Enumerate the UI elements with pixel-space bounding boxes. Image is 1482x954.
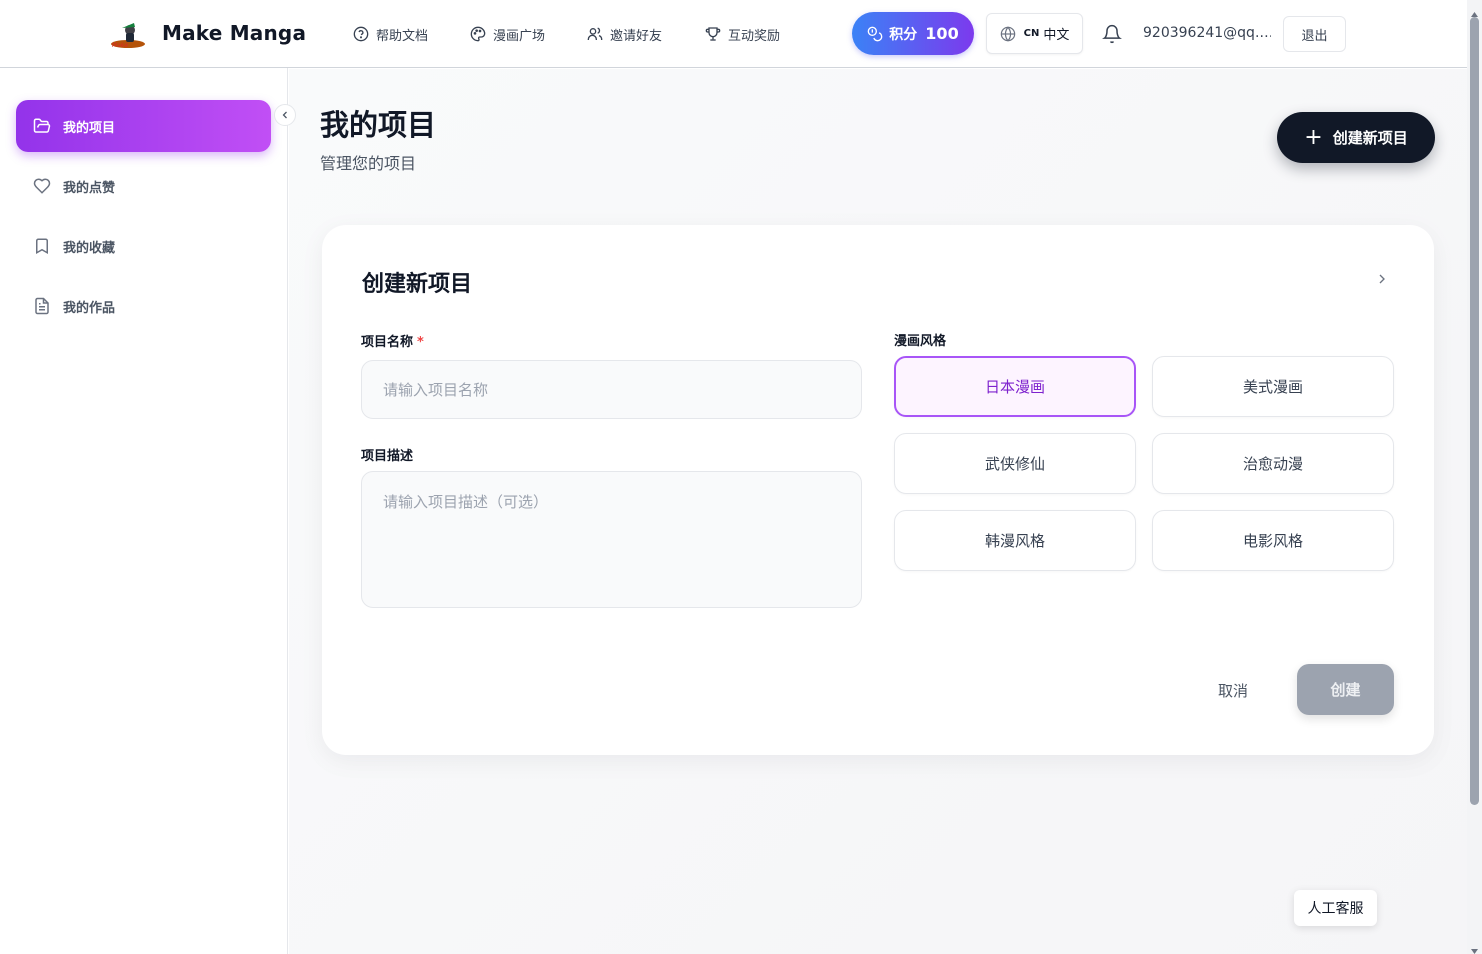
cancel-button[interactable]: 取消 [1203,676,1263,704]
sidebar-item-label: 我的收藏 [63,240,116,256]
nav-invite-friends[interactable]: 邀请好友 [587,24,662,44]
nav-label: 帮助文档 [376,28,429,44]
scroll-up-arrow-icon[interactable] [1470,4,1479,17]
scrollbar-thumb[interactable] [1470,17,1479,805]
points-label: 积分 [889,26,918,43]
style-option-healing[interactable]: 治愈动漫 [1152,433,1394,494]
style-option-korean[interactable]: 韩漫风格 [894,510,1136,571]
language-label: 中文 [1043,28,1070,43]
project-description-label: 项目描述 [361,449,414,464]
nav-rewards[interactable]: 互动奖励 [705,24,780,44]
points-button[interactable]: 积分 100 [852,12,974,55]
sidebar-collapse-button[interactable] [274,104,296,126]
language-code: CN [1023,28,1040,39]
user-email[interactable]: 920396241@qq.… [1143,25,1271,41]
users-icon [587,27,603,40]
nav-label: 互动奖励 [728,28,781,44]
project-description-input[interactable]: 请输入项目描述（可选） [361,471,862,608]
create-project-button[interactable]: + 创建新项目 [1277,112,1435,163]
create-project-label: 创建新项目 [1332,129,1408,147]
help-circle-icon [353,26,369,42]
trophy-icon [705,27,721,41]
bookmark-icon [36,238,48,255]
style-option-cinematic[interactable]: 电影风格 [1152,510,1394,571]
nav-label: 漫画广场 [493,28,546,44]
page-title: 我的项目 [320,108,437,142]
app-logo-text[interactable]: Make Manga [162,21,306,45]
submit-create-button[interactable]: 创建 [1297,664,1394,715]
customer-support-button[interactable]: 人工客服 [1294,890,1377,926]
globe-icon [1000,25,1015,42]
required-mark: * [417,335,424,350]
style-option-american[interactable]: 美式漫画 [1152,356,1394,417]
page-subtitle: 管理您的项目 [320,154,417,173]
manga-style-label: 漫画风格 [894,334,947,349]
logout-button[interactable]: 退出 [1283,16,1346,52]
palette-icon [470,26,486,42]
scroll-down-arrow-icon[interactable] [1470,940,1479,954]
file-text-icon [35,297,49,315]
nav-help-docs[interactable]: 帮助文档 [353,24,428,44]
style-option-wuxia[interactable]: 武侠修仙 [894,433,1136,494]
logo-image[interactable]: Make [108,18,148,50]
project-name-label: 项目名称 * [361,331,424,350]
coins-icon [867,26,883,41]
sidebar-item-label: 我的项目 [63,120,116,136]
chevron-right-icon[interactable] [1374,270,1390,292]
project-name-label-text: 项目名称 [361,335,414,350]
chevron-left-icon [282,111,287,119]
sidebar-item-label: 我的点赞 [63,180,116,196]
nav-label: 邀请好友 [610,28,663,44]
sidebar-item-my-likes[interactable]: 我的点赞 [16,160,271,212]
plus-icon: + [1304,124,1323,150]
project-name-input[interactable]: 请输入项目名称 [361,360,862,419]
sidebar-item-my-works[interactable]: 我的作品 [16,280,271,332]
folder-open-icon [33,118,51,133]
style-option-japanese[interactable]: 日本漫画 [894,356,1136,417]
heart-icon [33,178,51,194]
points-value: 100 [925,24,959,43]
svg-text:Make: Make [112,42,128,49]
top-header: Make Make Manga 帮助文档 漫画广场 邀请好友 互动奖励 积分 1… [0,0,1467,68]
language-switcher[interactable]: CN 中文 [986,13,1083,54]
sidebar-item-my-projects[interactable]: 我的项目 [16,100,271,152]
notification-bell-icon[interactable] [1102,24,1122,44]
sidebar-item-label: 我的作品 [63,300,116,316]
sidebar-item-my-favorites[interactable]: 我的收藏 [16,220,271,272]
nav-manga-square[interactable]: 漫画广场 [470,24,545,44]
form-title: 创建新项目 [362,272,473,297]
